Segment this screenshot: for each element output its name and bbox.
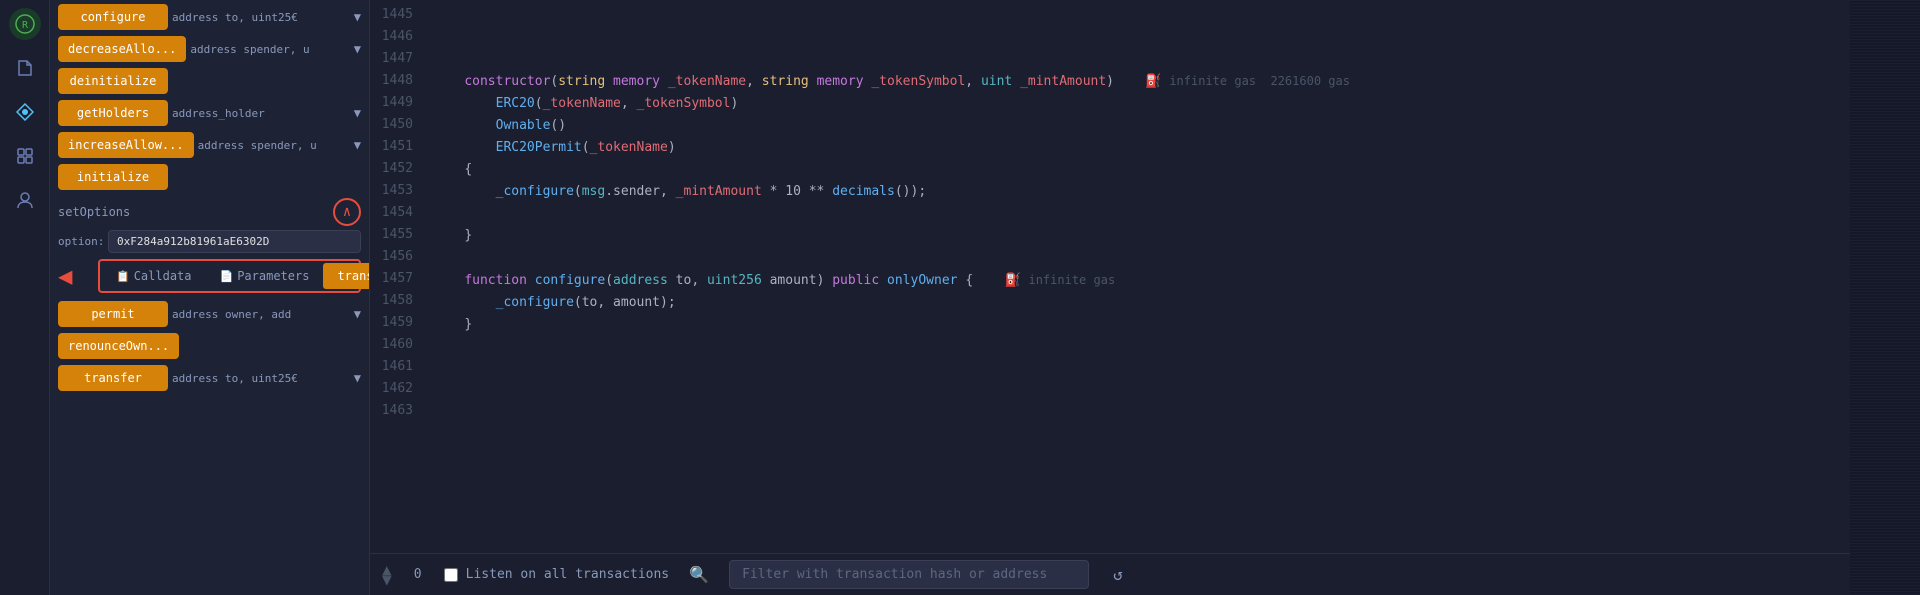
calldata-label: Calldata bbox=[134, 269, 192, 283]
function-row-init: initialize bbox=[58, 164, 361, 190]
reload-icon[interactable]: ↺ bbox=[1113, 565, 1123, 584]
calldata-icon: 📋 bbox=[116, 270, 130, 283]
code-line-1446 bbox=[433, 26, 1850, 48]
function-row-permit: permit address owner, add ▼ bbox=[58, 301, 361, 327]
transaction-count: 0 bbox=[408, 567, 428, 582]
user-icon[interactable] bbox=[9, 184, 41, 216]
left-arrow-annotation: ◀ bbox=[58, 262, 72, 290]
function-row-renounce: renounceOwn... bbox=[58, 333, 361, 359]
configure-button[interactable]: configure bbox=[58, 4, 168, 30]
increaseallow-chevron[interactable]: ▼ bbox=[354, 138, 361, 152]
parameters-icon: 📄 bbox=[220, 270, 234, 283]
code-line-1458: _configure(to, amount); bbox=[433, 292, 1850, 314]
transfer-params: address to, uint25€ bbox=[172, 372, 350, 385]
files-icon[interactable] bbox=[9, 52, 41, 84]
filter-search-icon[interactable]: 🔍 bbox=[685, 561, 713, 588]
listen-label: Listen on all transactions bbox=[466, 567, 670, 582]
function-row-increase: increaseAllow... address spender, u ▼ bbox=[58, 132, 361, 158]
parameters-label: Parameters bbox=[237, 269, 309, 283]
code-line-1455: } bbox=[433, 225, 1850, 247]
permit-params: address owner, add bbox=[172, 308, 350, 321]
option-label: option: bbox=[58, 235, 108, 248]
function-row-transfer: transfer address to, uint25€ ▼ bbox=[58, 365, 361, 391]
code-line-1450: Ownable() bbox=[433, 115, 1850, 137]
initialize-button[interactable]: initialize bbox=[58, 164, 168, 190]
code-editor: 1445 1446 1447 1448 1449 1450 1451 1452 … bbox=[370, 0, 1850, 595]
code-line-1448: constructor(string memory _tokenName, st… bbox=[433, 70, 1850, 93]
permit-chevron[interactable]: ▼ bbox=[354, 307, 361, 321]
parameters-button[interactable]: 📄 Parameters bbox=[206, 263, 324, 289]
function-panel: configure address to, uint25€ ▼ decrease… bbox=[50, 0, 370, 595]
transact-button[interactable]: transact bbox=[323, 263, 370, 289]
code-line-1461 bbox=[433, 358, 1850, 380]
code-content: 1445 1446 1447 1448 1449 1450 1451 1452 … bbox=[370, 0, 1850, 553]
code-line-1462 bbox=[433, 380, 1850, 402]
code-line-1454 bbox=[433, 203, 1850, 225]
minimap bbox=[1850, 0, 1920, 595]
action-buttons-row: 📋 Calldata 📄 Parameters transact bbox=[98, 259, 361, 293]
code-line-1453: _configure(msg.sender, _mintAmount * 10 … bbox=[433, 181, 1850, 203]
option-input[interactable] bbox=[108, 230, 361, 253]
transfer-button[interactable]: transfer bbox=[58, 365, 168, 391]
listen-checkbox-input[interactable] bbox=[444, 568, 458, 582]
option-input-row: option: bbox=[58, 230, 361, 253]
code-line-1459: } bbox=[433, 314, 1850, 336]
scroll-arrows[interactable]: ▲ ▼ bbox=[382, 565, 392, 585]
function-row-configure: configure address to, uint25€ ▼ bbox=[58, 4, 361, 30]
setoptions-chevron[interactable]: ∧ bbox=[333, 198, 361, 226]
decreaseallo-button[interactable]: decreaseAllo... bbox=[58, 36, 186, 62]
filter-input[interactable] bbox=[729, 560, 1089, 589]
deploy-icon[interactable] bbox=[9, 96, 41, 128]
decreaseallo-chevron[interactable]: ▼ bbox=[354, 42, 361, 56]
minimap-content bbox=[1850, 0, 1920, 595]
setoptions-section: setOptions ∧ bbox=[58, 198, 361, 226]
code-line-1463 bbox=[433, 402, 1850, 424]
calldata-button[interactable]: 📋 Calldata bbox=[102, 263, 206, 289]
function-row-deinit: deinitialize bbox=[58, 68, 361, 94]
code-line-1447 bbox=[433, 48, 1850, 70]
code-line-1451: ERC20Permit(_tokenName) bbox=[433, 137, 1850, 159]
svg-text:R: R bbox=[21, 20, 28, 31]
plugin-icon[interactable] bbox=[9, 140, 41, 172]
code-line-1456 bbox=[433, 247, 1850, 269]
line-numbers: 1445 1446 1447 1448 1449 1450 1451 1452 … bbox=[370, 0, 425, 553]
code-lines: constructor(string memory _tokenName, st… bbox=[425, 0, 1850, 553]
code-line-1452: { bbox=[433, 159, 1850, 181]
listen-checkbox-row[interactable]: Listen on all transactions bbox=[444, 567, 670, 582]
code-line-1457: function configure(address to, uint256 a… bbox=[433, 269, 1850, 292]
sidebar-icons: R bbox=[0, 0, 50, 595]
decreaseallo-params: address spender, u bbox=[190, 43, 349, 56]
getholders-button[interactable]: getHolders bbox=[58, 100, 168, 126]
getholders-chevron[interactable]: ▼ bbox=[354, 106, 361, 120]
function-row-decrease: decreaseAllo... address spender, u ▼ bbox=[58, 36, 361, 62]
increaseallow-button[interactable]: increaseAllow... bbox=[58, 132, 194, 158]
configure-params: address to, uint25€ bbox=[172, 11, 350, 24]
remix-logo-icon[interactable]: R bbox=[9, 8, 41, 40]
transact-label: transact bbox=[337, 269, 370, 283]
deinitialize-button[interactable]: deinitialize bbox=[58, 68, 168, 94]
code-line-1445 bbox=[433, 4, 1850, 26]
code-line-1449: ERC20(_tokenName, _tokenSymbol) bbox=[433, 93, 1850, 115]
increaseallow-params: address spender, u bbox=[198, 139, 350, 152]
getholders-params: address_holder bbox=[172, 107, 350, 120]
status-bar: ▲ ▼ 0 Listen on all transactions 🔍 ↺ bbox=[370, 553, 1850, 595]
renounce-button[interactable]: renounceOwn... bbox=[58, 333, 179, 359]
configure-chevron[interactable]: ▼ bbox=[354, 10, 361, 24]
permit-button[interactable]: permit bbox=[58, 301, 168, 327]
code-line-1460 bbox=[433, 336, 1850, 358]
setoptions-label: setOptions bbox=[58, 205, 130, 219]
function-row-getholders: getHolders address_holder ▼ bbox=[58, 100, 361, 126]
transfer-chevron[interactable]: ▼ bbox=[354, 371, 361, 385]
